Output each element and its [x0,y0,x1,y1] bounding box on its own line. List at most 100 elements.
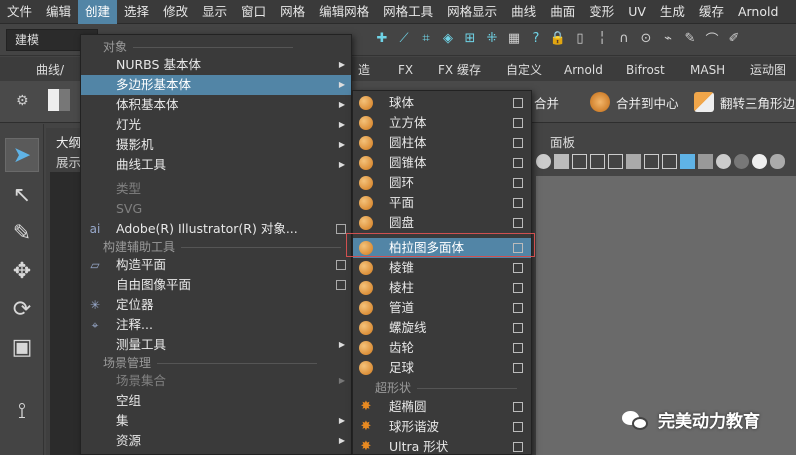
panel-menu[interactable]: 面板 [550,132,575,151]
option-box-icon[interactable] [513,243,523,253]
move-tool-icon[interactable]: ✥ [5,254,39,288]
shelf-tab-fx[interactable]: FX [392,60,419,80]
submenu-item-3[interactable]: 圆锥体 [353,153,531,173]
snap-point-icon[interactable]: ⌗ [416,27,436,49]
option-box-icon[interactable] [513,323,523,333]
submenu-super-item-2[interactable]: ✸ Ultra 形状 [353,437,531,455]
help-icon[interactable]: ? [526,27,546,49]
menu-measure-tools[interactable]: 测量工具 ▶ [81,335,351,355]
menu-polygon-primitives[interactable]: 多边形基本体 ▶ [81,75,351,95]
shelf-tab-bifrost[interactable]: Bifrost [620,60,671,80]
shelf-tab-curves[interactable]: 曲线/ [30,60,70,80]
submenu-item-10[interactable]: 管道 [353,298,531,318]
shelf-tab-fx-cache[interactable]: FX 缓存 [432,60,487,80]
menubar-item-0[interactable]: 文件 [0,0,39,24]
edit-icon[interactable]: ✐ [724,27,744,49]
sculpt-icon[interactable]: ⌒ [702,27,722,49]
option-box-icon[interactable] [513,158,523,168]
vp-sun-icon[interactable] [752,154,767,169]
menubar-item-7[interactable]: 网格 [273,0,312,24]
menubar-item-8[interactable]: 编辑网格 [312,0,376,24]
menu-sets[interactable]: 集 ▶ [81,411,351,431]
submenu-item-13[interactable]: 足球 [353,358,531,378]
option-box-icon[interactable] [336,260,346,270]
option-box-icon[interactable] [513,442,523,452]
menubar-item-2[interactable]: 创建 [78,0,118,24]
vp-grid-icon[interactable] [554,154,569,169]
menu-locator[interactable]: ✳ 定位器 [81,295,351,315]
menu-lights[interactable]: 灯光 ▶ [81,115,351,135]
menu-construction-plane[interactable]: ▱ 构造平面 [81,255,351,275]
submenu-item-4[interactable]: 圆环 [353,173,531,193]
menu-nurbs-primitives[interactable]: NURBS 基本体 ▶ [81,55,351,75]
paint-icon[interactable]: ⌁ [658,27,678,49]
menubar-item-10[interactable]: 网格显示 [440,0,504,24]
shelf-tab-motion[interactable]: 运动图 [744,60,792,80]
menubar-item-4[interactable]: 修改 [156,0,195,24]
shelf-merge[interactable]: 合并 [534,91,559,113]
vp-text-icon[interactable] [644,154,659,169]
menubar-item-11[interactable]: 曲线 [504,0,543,24]
menu-annotation[interactable]: ⌖ 注释... [81,315,351,335]
vp-shaded-icon[interactable] [680,154,695,169]
option-box-icon[interactable] [513,138,523,148]
menu-empty-group[interactable]: 空组 [81,391,351,411]
option-box-icon[interactable] [513,343,523,353]
vp-camera-icon[interactable] [536,154,551,169]
menubar-item-9[interactable]: 网格工具 [376,0,440,24]
option-box-icon[interactable] [513,98,523,108]
submenu-item-8[interactable]: 棱锥 [353,258,531,278]
menu-illustrator-object[interactable]: ai Adobe(R) Illustrator(R) 对象... [81,219,351,239]
option-box-icon[interactable] [513,303,523,313]
snap-surface-icon[interactable]: ⊞ [460,27,480,49]
vp-film-icon[interactable] [626,154,641,169]
rotate-tool-icon[interactable]: ⟳ [5,292,39,326]
paint-select-icon[interactable]: ✎ [5,216,39,250]
vp-wire-icon[interactable] [608,154,623,169]
shelf-flip-edge[interactable]: 翻转三角形边 [694,91,795,113]
shelf-tab-arnold[interactable]: Arnold [558,60,609,80]
submenu-item-11[interactable]: 螺旋线 [353,318,531,338]
menubar-item-12[interactable]: 曲面 [543,0,582,24]
vp-light-icon[interactable] [716,154,731,169]
submenu-super-item-1[interactable]: ✸ 球形谐波 [353,417,531,437]
snap-view-icon[interactable]: ◈ [438,27,458,49]
menu-free-image-plane[interactable]: 自由图像平面 [81,275,351,295]
menu-volume-primitives[interactable]: 体积基本体 ▶ [81,95,351,115]
vp-shadow-icon[interactable] [734,154,749,169]
ipr-icon[interactable]: ▯ [570,27,590,49]
render-icon[interactable]: ▦ [504,27,524,49]
menubar-item-6[interactable]: 窗口 [234,0,273,24]
submenu-item-7[interactable]: 柏拉图多面体 [353,238,531,258]
option-box-icon[interactable] [513,178,523,188]
select-tool-icon[interactable]: ➤ [5,138,39,172]
option-box-icon[interactable] [513,283,523,293]
lasso-tool-icon[interactable]: ↖ [5,178,39,212]
menu-curve-tools[interactable]: 曲线工具 ▶ [81,155,351,175]
option-box-icon[interactable] [513,218,523,228]
menubar-item-17[interactable]: Arnold [731,0,785,24]
shelf-gear-icon[interactable]: ⚙ [16,93,29,109]
option-box-icon[interactable] [336,224,346,234]
option-box-icon[interactable] [336,280,346,290]
brush-icon[interactable]: ✎ [680,27,700,49]
vp-toggle-icon[interactable] [770,154,785,169]
submenu-item-6[interactable]: 圆盘 [353,213,531,233]
submenu-item-1[interactable]: 立方体 [353,113,531,133]
option-box-icon[interactable] [513,402,523,412]
submenu-item-12[interactable]: 齿轮 [353,338,531,358]
submenu-item-5[interactable]: 平面 [353,193,531,213]
menubar-item-1[interactable]: 编辑 [39,0,78,24]
lock-icon[interactable]: 🔒 [548,27,568,49]
outliner-show[interactable]: 展示 [56,152,81,171]
shelf-tab-sculpt[interactable]: 造 [352,60,376,80]
magnet-icon[interactable]: ∩ [614,27,634,49]
submenu-item-2[interactable]: 圆柱体 [353,133,531,153]
menubar-item-15[interactable]: 生成 [653,0,692,24]
shelf-grid-icon[interactable] [48,89,70,111]
menu-assets[interactable]: 资源 ▶ [81,431,351,451]
option-box-icon[interactable] [513,363,523,373]
scale-tool-icon[interactable]: ▣ [5,330,39,364]
submenu-item-9[interactable]: 棱柱 [353,278,531,298]
snap-grid-icon[interactable]: ✚ [372,27,392,49]
